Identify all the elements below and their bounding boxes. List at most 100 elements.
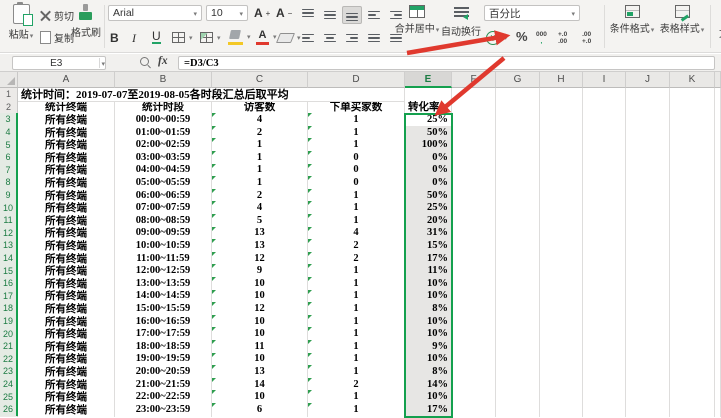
cell-empty[interactable] bbox=[583, 214, 626, 228]
row-header-13[interactable]: 13 bbox=[0, 239, 18, 253]
cell-C8[interactable]: 1 bbox=[212, 176, 308, 190]
cell-empty[interactable] bbox=[715, 403, 721, 417]
cell-B3[interactable]: 00:00~00:59 bbox=[115, 113, 212, 127]
row-header-22[interactable]: 22 bbox=[0, 353, 18, 367]
cell-empty[interactable] bbox=[583, 315, 626, 329]
cell-empty[interactable] bbox=[452, 390, 496, 404]
row-header-11[interactable]: 11 bbox=[0, 214, 18, 228]
cell-D26[interactable]: 1 bbox=[308, 403, 405, 417]
cell-empty[interactable] bbox=[452, 353, 496, 367]
underline-button[interactable]: U bbox=[152, 31, 161, 44]
cell-empty[interactable] bbox=[715, 113, 721, 127]
cell-C11[interactable]: 5 bbox=[212, 214, 308, 228]
cell-empty[interactable] bbox=[496, 164, 540, 178]
align-justify-button[interactable] bbox=[364, 29, 384, 47]
cell-empty[interactable] bbox=[715, 164, 721, 178]
comma-style-button[interactable]: 000, bbox=[536, 31, 547, 45]
cell-empty[interactable] bbox=[626, 126, 670, 140]
name-box[interactable]: E3 bbox=[12, 56, 106, 70]
cell-C22[interactable]: 10 bbox=[212, 353, 308, 367]
cell-shading-button[interactable] bbox=[200, 32, 221, 43]
cell-empty[interactable] bbox=[715, 340, 721, 354]
cell-E26[interactable]: 17% bbox=[405, 403, 452, 417]
cell-empty[interactable] bbox=[452, 340, 496, 354]
cell-C25[interactable]: 10 bbox=[212, 390, 308, 404]
cell-E23[interactable]: 8% bbox=[405, 365, 452, 379]
font-name-select[interactable]: Arial bbox=[108, 5, 202, 21]
cell-D6[interactable]: 0 bbox=[308, 151, 405, 165]
paste-button[interactable]: 粘贴 bbox=[4, 4, 38, 41]
cell-empty[interactable] bbox=[715, 302, 721, 316]
cell-empty[interactable] bbox=[496, 264, 540, 278]
cell-E19[interactable]: 10% bbox=[405, 315, 452, 329]
cell-B10[interactable]: 07:00~07:59 bbox=[115, 201, 212, 215]
cell-empty[interactable] bbox=[626, 390, 670, 404]
column-header-J[interactable]: J bbox=[626, 72, 670, 88]
cell-empty[interactable] bbox=[540, 189, 583, 203]
cell-empty[interactable] bbox=[715, 88, 721, 102]
cell-C13[interactable]: 13 bbox=[212, 239, 308, 253]
cell-empty[interactable] bbox=[670, 201, 715, 215]
increase-font-button[interactable]: A+ bbox=[254, 6, 270, 20]
cell-empty[interactable] bbox=[583, 378, 626, 392]
cell-empty[interactable] bbox=[496, 239, 540, 253]
cell-empty[interactable] bbox=[496, 227, 540, 241]
cell-empty[interactable] bbox=[540, 113, 583, 127]
cell-D22[interactable]: 1 bbox=[308, 353, 405, 367]
cell-empty[interactable] bbox=[626, 113, 670, 127]
cell-E6[interactable]: 0% bbox=[405, 151, 452, 165]
cell-empty[interactable] bbox=[670, 101, 715, 115]
cell-empty[interactable] bbox=[540, 353, 583, 367]
column-header-H[interactable]: H bbox=[540, 72, 583, 88]
cell-B18[interactable]: 15:00~15:59 bbox=[115, 302, 212, 316]
cell-empty[interactable] bbox=[540, 239, 583, 253]
cell-empty[interactable] bbox=[540, 214, 583, 228]
row-header-16[interactable]: 16 bbox=[0, 277, 18, 291]
cell-empty[interactable] bbox=[626, 176, 670, 190]
cell-empty[interactable] bbox=[715, 264, 721, 278]
cell-C14[interactable]: 12 bbox=[212, 252, 308, 266]
row-header-10[interactable]: 10 bbox=[0, 201, 18, 215]
cell-empty[interactable] bbox=[452, 126, 496, 140]
align-right-button[interactable] bbox=[342, 29, 362, 47]
cell-empty[interactable] bbox=[715, 315, 721, 329]
row-header-7[interactable]: 7 bbox=[0, 164, 18, 178]
cell-empty[interactable] bbox=[452, 189, 496, 203]
cell-empty[interactable] bbox=[626, 227, 670, 241]
cell-C16[interactable]: 10 bbox=[212, 277, 308, 291]
cell-E24[interactable]: 14% bbox=[405, 378, 452, 392]
cell-D17[interactable]: 1 bbox=[308, 290, 405, 304]
cell-empty[interactable] bbox=[452, 164, 496, 178]
fill-color-button[interactable] bbox=[228, 29, 251, 45]
merge-center-button[interactable]: 合并居中 bbox=[394, 5, 440, 35]
cell-D24[interactable]: 2 bbox=[308, 378, 405, 392]
cell-empty[interactable] bbox=[452, 403, 496, 417]
search-icon[interactable] bbox=[140, 57, 149, 66]
cell-empty[interactable] bbox=[452, 227, 496, 241]
row-header-25[interactable]: 25 bbox=[0, 390, 18, 404]
cell-B24[interactable]: 21:00~21:59 bbox=[115, 378, 212, 392]
cell-empty[interactable] bbox=[715, 189, 721, 203]
cell-empty[interactable] bbox=[670, 290, 715, 304]
cell-B19[interactable]: 16:00~16:59 bbox=[115, 315, 212, 329]
cell-empty[interactable] bbox=[496, 252, 540, 266]
cell-C7[interactable]: 1 bbox=[212, 164, 308, 178]
cell-empty[interactable] bbox=[670, 88, 715, 102]
cell-empty[interactable] bbox=[583, 327, 626, 341]
cell-empty[interactable] bbox=[540, 227, 583, 241]
cell-empty[interactable] bbox=[670, 113, 715, 127]
cell-E4[interactable]: 50% bbox=[405, 126, 452, 140]
cell-B22[interactable]: 19:00~19:59 bbox=[115, 353, 212, 367]
column-header-K[interactable]: K bbox=[670, 72, 715, 88]
cell-E12[interactable]: 31% bbox=[405, 227, 452, 241]
cell-B8[interactable]: 05:00~05:59 bbox=[115, 176, 212, 190]
cell-B13[interactable]: 10:00~10:59 bbox=[115, 239, 212, 253]
cell-empty[interactable] bbox=[715, 151, 721, 165]
cell-empty[interactable] bbox=[670, 365, 715, 379]
cell-E17[interactable]: 10% bbox=[405, 290, 452, 304]
cell-C3[interactable]: 4 bbox=[212, 113, 308, 127]
cell-B9[interactable]: 06:00~06:59 bbox=[115, 189, 212, 203]
cell-empty[interactable] bbox=[715, 290, 721, 304]
cell-empty[interactable] bbox=[452, 277, 496, 291]
insert-function-button[interactable]: fx bbox=[158, 55, 168, 67]
